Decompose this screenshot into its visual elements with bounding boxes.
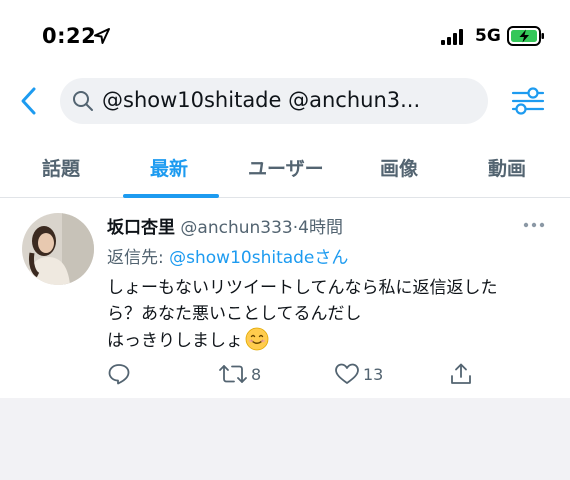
status-time: 0:22 xyxy=(42,24,97,48)
retweet-button[interactable]: 8 xyxy=(218,359,261,389)
tab-people[interactable]: ユーザー xyxy=(248,154,324,181)
retweet-count: 8 xyxy=(251,364,262,384)
tab-top[interactable]: 話題 xyxy=(42,154,80,181)
reply-to-user-link[interactable]: @show10shitadeさん xyxy=(169,248,348,268)
tweet-text-fragment: はっきりしましょ xyxy=(107,331,243,351)
back-chevron-icon[interactable] xyxy=(18,86,40,116)
search-tabs: 話題 最新 ユーザー 画像 動画 xyxy=(0,140,570,198)
tweet-actions: 8 13 xyxy=(0,359,570,393)
tweet[interactable]: 坂口杏里 @anchun333·4時間 返信先: @show10shitadeさ… xyxy=(0,199,570,398)
search-input[interactable]: @show10shitade @anchun3... xyxy=(60,78,488,124)
tab-videos[interactable]: 動画 xyxy=(488,154,526,181)
like-count: 13 xyxy=(363,364,384,384)
heart-icon xyxy=(335,363,359,384)
retweet-icon xyxy=(219,365,247,383)
smiling-face-emoji-icon xyxy=(245,327,269,351)
more-options-icon[interactable] xyxy=(522,221,546,229)
display-name[interactable]: 坂口杏里 xyxy=(107,218,175,238)
like-button[interactable]: 13 xyxy=(334,359,383,389)
reply-prefix: 返信先: xyxy=(107,248,170,268)
app-screen: 0:22 5G @show10shitade @anchun3... 話題 最新… xyxy=(0,0,570,398)
status-bar: 0:22 5G xyxy=(0,0,570,70)
tab-photos[interactable]: 画像 xyxy=(380,154,418,181)
network-type: 5G xyxy=(475,26,501,46)
tweet-text: しょーもないリツイートしてんなら私に返信返した ら？あなた悪いことしてるんだし … xyxy=(107,275,557,354)
tweet-text-line-last: はっきりしましょ xyxy=(107,327,557,354)
tweet-header: 坂口杏里 @anchun333·4時間 xyxy=(107,213,343,238)
share-button[interactable] xyxy=(449,359,473,389)
search-settings-icon[interactable] xyxy=(511,86,545,116)
battery-charging-icon xyxy=(507,26,544,46)
active-tab-indicator xyxy=(123,194,219,198)
reply-context: 返信先: @show10shitadeさん xyxy=(107,243,348,268)
cellular-signal-icon xyxy=(441,29,463,45)
user-handle[interactable]: @anchun333 xyxy=(180,218,292,238)
tab-latest[interactable]: 最新 xyxy=(150,154,188,181)
location-arrow-icon xyxy=(94,28,110,44)
avatar[interactable] xyxy=(22,213,94,285)
tweet-text-line: しょーもないリツイートしてんなら私に返信返した xyxy=(107,278,498,298)
share-icon xyxy=(451,363,471,384)
tweet-text-line: ら？あなた悪いことしてるんだし xyxy=(107,304,362,324)
search-icon xyxy=(73,91,93,111)
tweet-time: 4時間 xyxy=(298,218,343,238)
reply-icon xyxy=(108,364,130,385)
search-query: @show10shitade @anchun3... xyxy=(102,88,421,112)
reply-button[interactable] xyxy=(107,359,131,389)
